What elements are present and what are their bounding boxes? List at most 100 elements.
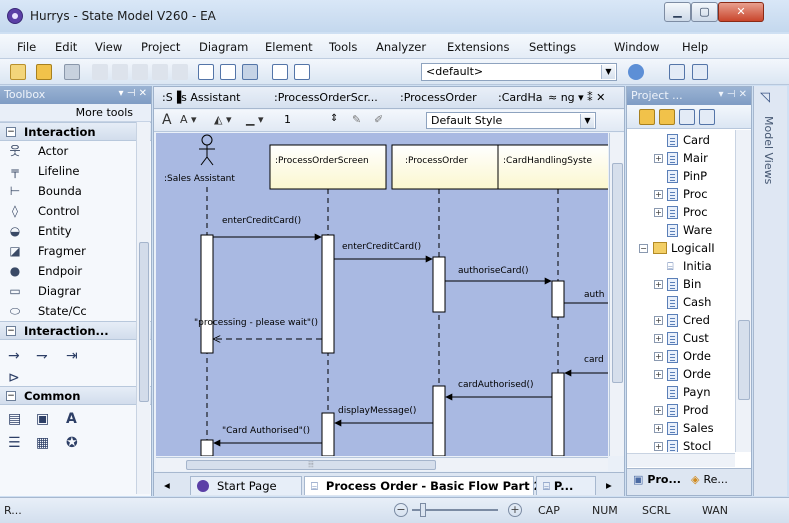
line-width-stepper[interactable]: ⇕	[330, 113, 338, 124]
tab-card-handling[interactable]: :CardHa	[498, 91, 542, 104]
menu-window[interactable]: Window	[614, 40, 659, 54]
menu-view[interactable]: View	[95, 40, 122, 54]
scroll-thumb[interactable]: ⦙⦙⦙	[186, 460, 436, 470]
help-icon[interactable]	[628, 64, 644, 80]
toolbox-scrollbar[interactable]	[136, 122, 150, 494]
tab-sales-assistant[interactable]: :S▐s Assistant	[162, 91, 241, 104]
expand-icon[interactable]: +	[654, 370, 663, 379]
undo-icon[interactable]	[152, 64, 168, 80]
print-icon[interactable]	[242, 64, 258, 80]
expand-icon[interactable]: +	[654, 334, 663, 343]
font-icon[interactable]: A	[162, 112, 172, 128]
chevron-down-icon[interactable]: ▼	[601, 65, 615, 79]
activation-bar[interactable]	[321, 412, 335, 456]
style-select[interactable]: Default Style ▼	[426, 112, 596, 129]
toolbox-item-endpoint[interactable]: ● Endpoir	[0, 261, 151, 281]
diagram-vertical-scrollbar[interactable]	[609, 133, 624, 456]
menu-diagram[interactable]: Diagram	[199, 40, 248, 54]
tab-scroll-right[interactable]: ▸	[600, 476, 618, 495]
menu-analyzer[interactable]: Analyzer	[376, 40, 426, 54]
table-icon[interactable]: ▦	[36, 435, 49, 451]
section-interaction[interactable]: − Interaction	[0, 122, 151, 141]
toolbox-item-state[interactable]: ⬭ State/Cc	[0, 301, 151, 321]
locate-icon[interactable]	[294, 64, 310, 80]
fill-color-icon[interactable]: ◭ ▾	[214, 113, 231, 126]
maximize-button[interactable]: ▢	[691, 2, 718, 22]
activation-bar[interactable]	[432, 385, 446, 456]
menu-project[interactable]: Project	[141, 40, 180, 54]
copy-icon[interactable]	[112, 64, 128, 80]
close-button[interactable]: ✕	[718, 2, 764, 22]
chevron-down-icon[interactable]: ▼	[580, 114, 594, 128]
tab-project[interactable]: ▣ Pro...	[633, 473, 681, 486]
tab-resources[interactable]: ◈ Re...	[691, 473, 728, 486]
grid-icon[interactable]	[669, 64, 685, 80]
section-common[interactable]: − Common	[0, 386, 151, 405]
expand-icon[interactable]: +	[654, 154, 663, 163]
add-diagram-icon[interactable]	[679, 109, 695, 125]
redo-icon[interactable]	[172, 64, 188, 80]
add-element-icon[interactable]	[699, 109, 715, 125]
zoom-slider-thumb[interactable]	[420, 503, 426, 517]
lifeline-header-process-order[interactable]	[391, 144, 509, 190]
scroll-thumb[interactable]	[139, 242, 149, 402]
panel-buttons[interactable]: ▾ ⊣ ✕	[119, 88, 147, 99]
expand-icon[interactable]: +	[654, 280, 663, 289]
menu-file[interactable]: File	[17, 40, 36, 54]
zoom-out-icon[interactable]: −	[394, 503, 408, 517]
collapse-icon[interactable]: −	[6, 326, 16, 336]
menu-settings[interactable]: Settings	[529, 40, 576, 54]
expand-icon[interactable]: +	[654, 352, 663, 361]
artifact-icon[interactable]: ▣	[36, 411, 49, 427]
menu-tools[interactable]: Tools	[329, 40, 357, 54]
line-color-icon[interactable]: ▁ ▾	[246, 113, 263, 126]
lifeline-header-screen[interactable]	[269, 144, 387, 190]
sequence-diagram-canvas[interactable]: :Sales Assistant :ProcessOrderScreen :Pr…	[156, 133, 608, 456]
add-package-icon[interactable]	[659, 109, 675, 125]
tab-more[interactable]: ⌸ P...	[536, 476, 596, 495]
model-views-icon[interactable]: ◹	[760, 90, 770, 105]
format-icon[interactable]: ✐	[374, 113, 383, 126]
panel-buttons[interactable]: ▾ ⊣ ✕	[719, 89, 747, 100]
image-icon[interactable]	[692, 64, 708, 80]
toolbox-item-control[interactable]: ◊ Control	[0, 201, 151, 221]
menu-element[interactable]: Element	[265, 40, 313, 54]
call-icon[interactable]: ⇥	[66, 348, 78, 364]
list-icon[interactable]: ☰	[8, 435, 21, 451]
toolbox-item-entity[interactable]: ◒ Entity	[0, 221, 151, 241]
activation-bar[interactable]	[200, 439, 214, 456]
activation-bar[interactable]	[321, 234, 335, 354]
menu-extensions[interactable]: Extensions	[447, 40, 509, 54]
expand-icon[interactable]: +	[654, 442, 663, 451]
tab-start-page[interactable]: Start Page	[190, 476, 302, 495]
message-arrow-icon[interactable]: →	[8, 348, 20, 364]
scroll-thumb[interactable]	[738, 320, 750, 400]
collapse-icon[interactable]: −	[639, 244, 648, 253]
self-message-icon[interactable]: ⇁	[36, 348, 48, 364]
search-icon[interactable]	[198, 64, 214, 80]
model-views-strip[interactable]: ◹ Model Views	[753, 86, 787, 496]
new-project-icon[interactable]	[10, 64, 26, 80]
menu-edit[interactable]: Edit	[55, 40, 77, 54]
paste-icon[interactable]	[132, 64, 148, 80]
toolbox-item-fragment[interactable]: ◪ Fragmer	[0, 241, 151, 261]
brush-icon[interactable]: ✎	[352, 113, 361, 126]
collapse-icon[interactable]: −	[6, 391, 16, 401]
actor-sales-assistant[interactable]: :Sales Assistant	[164, 134, 235, 184]
expand-icon[interactable]: +	[654, 424, 663, 433]
tab-process-order-basic-flow[interactable]: ⌸ Process Order - Basic Flow Part 2	[304, 476, 542, 495]
section-interaction-relationships[interactable]: − Interaction...	[0, 321, 151, 340]
expand-icon[interactable]: +	[654, 208, 663, 217]
find-icon[interactable]	[272, 64, 288, 80]
expand-icon[interactable]: +	[654, 190, 663, 199]
tab-process-order-screen[interactable]: :ProcessOrderScr...	[274, 91, 378, 104]
toolbox-item-lifeline[interactable]: ╤ Lifeline	[0, 161, 151, 181]
perspective-select[interactable]: <default> ▼	[421, 63, 617, 81]
scroll-thumb[interactable]	[612, 163, 623, 383]
toolbox-item-boundary[interactable]: ⊢ Bounda	[0, 181, 151, 201]
expand-icon[interactable]: +	[654, 316, 663, 325]
activation-bar[interactable]	[200, 234, 214, 354]
text-icon[interactable]: A	[66, 411, 77, 427]
cut-icon[interactable]	[92, 64, 108, 80]
note-icon[interactable]: ▤	[8, 411, 21, 427]
